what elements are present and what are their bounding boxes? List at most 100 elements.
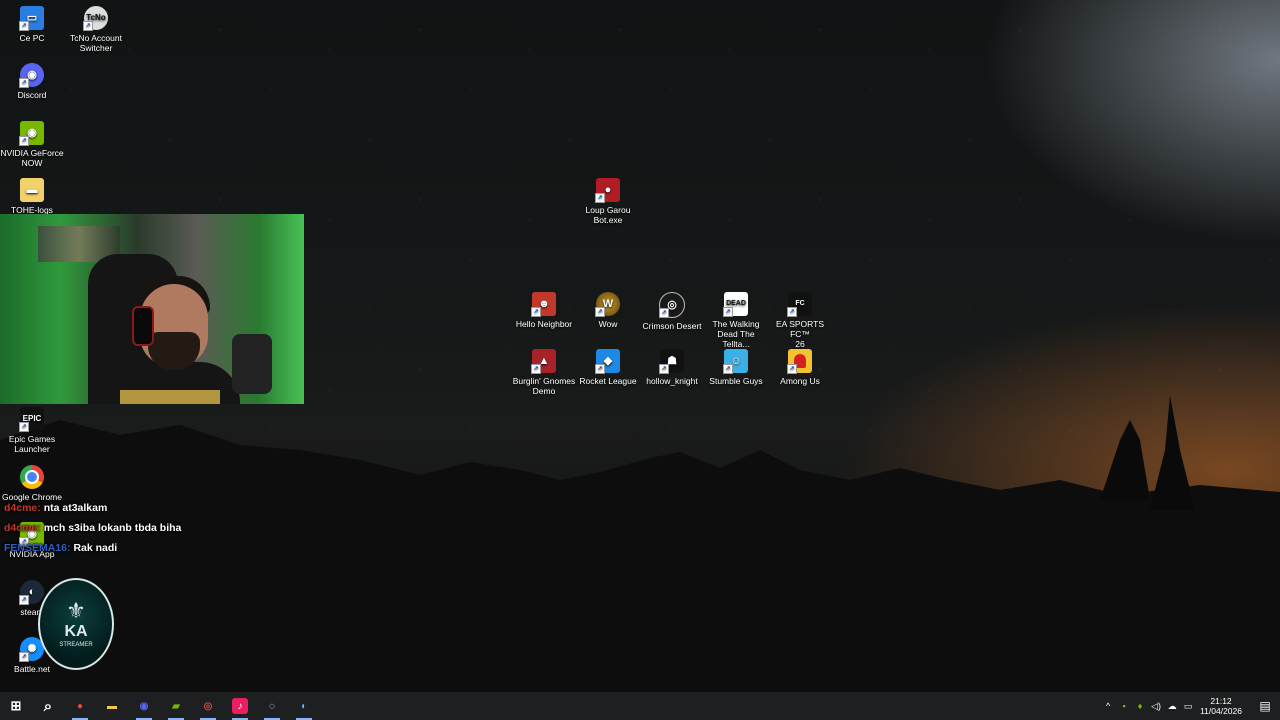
chat-text: nta at3alkam bbox=[43, 502, 108, 514]
clock-date: 11/04/2026 bbox=[1200, 706, 1242, 716]
chat-message: d4cme: nta at3alkam bbox=[4, 500, 181, 520]
taskbar-nvidia[interactable]: ▰ bbox=[160, 692, 192, 720]
notification-center-icon[interactable]: ▤ bbox=[1250, 699, 1280, 713]
discord-icon: ◉ bbox=[139, 700, 149, 712]
desktop-icon-epic[interactable]: EPIC ↗ Epic Games Launcher bbox=[0, 407, 64, 454]
loup-garou-icon: ● ↗ bbox=[595, 178, 620, 203]
show-hidden-icons-icon[interactable]: ^ bbox=[1100, 701, 1116, 711]
icon-label: hollow_knight bbox=[646, 376, 698, 386]
taskbar: ⊞ ⌕ ● ▬ ◉ ▰ ◎ ♪ ◌ ◐ ^ ▪ ♦ ◁) ☁ ▭ 21:12 1… bbox=[0, 692, 1280, 720]
steam-tray-icon[interactable]: ☁ bbox=[1164, 701, 1180, 712]
desktop-icon-hollow-knight[interactable]: ☗ ↗ hollow_knight bbox=[640, 349, 704, 386]
taskbar-explorer[interactable]: ▬ bbox=[96, 692, 128, 720]
desktop-icon-stumble-guys[interactable]: ☺ ↗ Stumble Guys bbox=[704, 349, 768, 386]
desktop-icon-rocket-league[interactable]: ◆ ↗ Rocket League bbox=[576, 349, 640, 386]
among-us-icon: ↗ bbox=[787, 349, 812, 374]
icon-label: Hello Neighbor bbox=[515, 319, 573, 329]
discord-icon: ◉ ↗ bbox=[19, 63, 44, 88]
wallpaper-mountains bbox=[0, 395, 1280, 692]
search-button[interactable]: ⌕ bbox=[32, 692, 64, 720]
nvidia-icon: ▰ bbox=[172, 700, 180, 712]
desktop-icon-tcno[interactable]: TcNo ↗ TcNo Account Switcher bbox=[64, 6, 128, 53]
nvidia-icon: ◉ ↗ bbox=[19, 121, 44, 146]
chrome-icon: ● bbox=[76, 700, 84, 712]
taskbar-tiktok[interactable]: ♪ bbox=[224, 692, 256, 720]
icon-label: Among Us bbox=[780, 376, 820, 386]
clock-time: 21:12 bbox=[1210, 696, 1232, 706]
taskbar-chrome[interactable]: ● bbox=[64, 692, 96, 720]
icon-label: TcNo Account Switcher bbox=[70, 33, 122, 53]
computer-icon: ▭ ↗ bbox=[19, 6, 44, 31]
hollow-knight-icon: ☗ ↗ bbox=[659, 349, 684, 374]
icon-label: NVIDIA GeForce NOW bbox=[0, 148, 64, 168]
rocket-league-icon: ◆ ↗ bbox=[595, 349, 620, 374]
logo-tag: STREAMER bbox=[59, 642, 93, 648]
walking-dead-icon: DEAD ↗ bbox=[723, 292, 748, 317]
taskbar-tcno[interactable]: ◌ bbox=[256, 692, 288, 720]
desktop-icon-discord[interactable]: ◉ ↗ Discord bbox=[0, 63, 64, 100]
hello-neighbor-icon: ☻ ↗ bbox=[531, 292, 556, 317]
obs-icon: ◎ bbox=[203, 700, 213, 712]
desktop-icon-among-us[interactable]: ↗ Among Us bbox=[768, 349, 832, 386]
desktop-icon-crimson-desert[interactable]: ◎ ↗ Crimson Desert bbox=[640, 292, 704, 331]
icon-label: Discord bbox=[17, 90, 47, 100]
crimson-desert-icon: ◎ ↗ bbox=[659, 292, 685, 318]
clock[interactable]: 21:12 11/04/2026 bbox=[1200, 696, 1242, 716]
chat-text: mch s3iba lokanb tbda biha bbox=[43, 522, 182, 534]
epic-icon: EPIC ↗ bbox=[19, 407, 44, 432]
chat-username: FENSEMA16: bbox=[4, 542, 71, 554]
desktop-icon-hello-neighbor[interactable]: ☻ ↗ Hello Neighbor bbox=[512, 292, 576, 329]
start-button[interactable]: ⊞ bbox=[0, 692, 32, 720]
system-tray: ^ ▪ ♦ ◁) ☁ ▭ 21:12 11/04/2026 ▤ bbox=[1100, 692, 1280, 720]
desktop-icon-loup-garou[interactable]: ● ↗ Loup Garou Bot.exe bbox=[576, 178, 640, 225]
desktop-icon-tohe-logs[interactable]: ▬ TOHE-logs bbox=[0, 178, 64, 215]
desktop-icon-ea-fc[interactable]: FC ↗ EA SPORTS FC™ 26 bbox=[768, 292, 832, 349]
icon-label: Wow bbox=[598, 319, 618, 329]
icon-label: The Walking Dead The Tellta... bbox=[712, 319, 760, 349]
ea-fc-icon: FC ↗ bbox=[787, 292, 812, 317]
chat-text: Rak nadi bbox=[73, 542, 118, 554]
icon-label: Battle.net bbox=[14, 664, 50, 674]
icon-label: Crimson Desert bbox=[642, 321, 702, 331]
folder-icon: ▬ bbox=[107, 700, 117, 712]
phoenix-icon: ⚜ bbox=[66, 598, 86, 623]
volume-icon[interactable]: ◁) bbox=[1148, 701, 1164, 712]
icon-label: Epic Games Launcher bbox=[8, 434, 56, 454]
nvidia-tray-icon[interactable]: ▪ bbox=[1116, 701, 1132, 711]
steam-icon: ◐ bbox=[300, 700, 308, 712]
desktop-icon-burglin-gnomes[interactable]: ▲ ↗ Burglin' Gnomes Demo bbox=[512, 349, 576, 396]
search-icon: ⌕ bbox=[43, 697, 53, 715]
stream-chat-overlay: d4cme: nta at3alkam d4cme: mch s3iba lok… bbox=[4, 500, 181, 560]
logo-text: KA bbox=[64, 623, 88, 640]
steam-icon: ◐ ↗ bbox=[19, 580, 44, 605]
streamer-logo: ⚜ KA STREAMER bbox=[38, 578, 114, 670]
icon-label: Stumble Guys bbox=[709, 376, 763, 386]
chrome-icon bbox=[20, 465, 44, 489]
stumble-guys-icon: ☺ ↗ bbox=[723, 349, 748, 374]
tcno-icon: ◌ bbox=[269, 700, 275, 712]
folder-icon: ▬ bbox=[20, 178, 44, 202]
icon-label: EA SPORTS FC™ 26 bbox=[775, 319, 825, 349]
windows-icon: ⊞ bbox=[10, 698, 22, 713]
icon-label: Rocket League bbox=[579, 376, 637, 386]
icon-label: Burglin' Gnomes Demo bbox=[512, 376, 576, 396]
chat-message: FENSEMA16: Rak nadi bbox=[4, 540, 181, 560]
icon-label: Loup Garou Bot.exe bbox=[585, 205, 631, 225]
onedrive-icon[interactable]: ♦ bbox=[1132, 701, 1148, 711]
network-icon[interactable]: ▭ bbox=[1180, 701, 1196, 712]
chat-username: d4cme: bbox=[4, 502, 41, 514]
desktop-icon-geforce-now[interactable]: ◉ ↗ NVIDIA GeForce NOW bbox=[0, 121, 64, 168]
desktop-icon-walking-dead[interactable]: DEAD ↗ The Walking Dead The Tellta... bbox=[704, 292, 768, 349]
desktop-icon-wow[interactable]: W ↗ Wow bbox=[576, 292, 640, 329]
taskbar-steam[interactable]: ◐ bbox=[288, 692, 320, 720]
desktop-icon-ce-pc[interactable]: ▭ ↗ Ce PC bbox=[0, 6, 64, 43]
desktop-icon-chrome[interactable]: Google Chrome bbox=[0, 465, 64, 502]
chat-username: d4cme: bbox=[4, 522, 41, 534]
taskbar-obs[interactable]: ◎ bbox=[192, 692, 224, 720]
taskbar-discord[interactable]: ◉ bbox=[128, 692, 160, 720]
wow-icon: W ↗ bbox=[595, 292, 620, 317]
chat-message: d4cme: mch s3iba lokanb tbda biha bbox=[4, 520, 181, 540]
icon-label: Ce PC bbox=[19, 33, 45, 43]
burglin-gnomes-icon: ▲ ↗ bbox=[531, 349, 556, 374]
tcno-icon: TcNo ↗ bbox=[83, 6, 108, 31]
